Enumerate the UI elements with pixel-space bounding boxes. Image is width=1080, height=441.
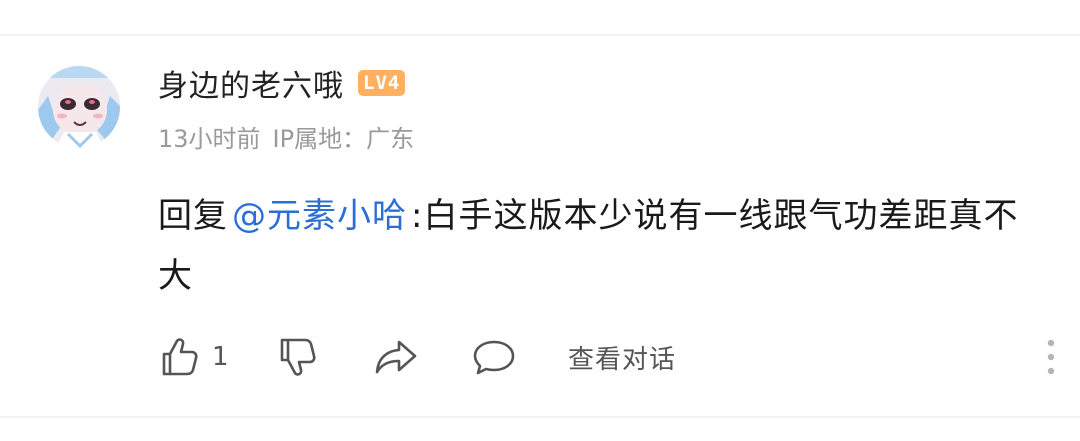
more-vertical-icon (1047, 339, 1055, 375)
username[interactable]: 身边的老六哦 (158, 61, 344, 105)
dislike-button[interactable] (276, 332, 318, 382)
like-count: 1 (212, 342, 229, 372)
anime-avatar-icon (38, 66, 120, 148)
ip-location: IP属地：广东 (272, 124, 415, 153)
level-badge: LV4 (358, 70, 406, 96)
comment-bubble-icon (473, 340, 515, 375)
comment-text: 回复 @元素小哈:白手这版本少说有一线跟气功差距真不大 (158, 186, 1048, 306)
reply-prefix: 回复 (158, 196, 228, 236)
top-divider (0, 34, 1080, 36)
bottom-divider (0, 416, 1080, 418)
thumbs-down-icon (280, 338, 316, 376)
view-conversation-link[interactable]: 查看对话 (568, 332, 676, 382)
avatar[interactable] (38, 66, 120, 148)
thumbs-up-icon (162, 338, 198, 376)
timestamp: 13小时前 (158, 124, 261, 153)
more-button[interactable] (1046, 338, 1056, 376)
like-button[interactable]: 1 (158, 332, 229, 382)
comment-meta: 13小时前 IP属地：广东 (158, 118, 414, 154)
author-row: 身边的老六哦 LV4 (158, 60, 406, 106)
share-icon (375, 340, 417, 374)
mention-link[interactable]: @元素小哈 (232, 196, 407, 236)
reply-button[interactable] (471, 332, 517, 382)
action-bar: 1 查看对话 (158, 332, 1055, 382)
comment-item: 身边的老六哦 LV4 13小时前 IP属地：广东 回复 @元素小哈:白手这版本少说… (0, 0, 1080, 441)
share-button[interactable] (373, 332, 419, 382)
